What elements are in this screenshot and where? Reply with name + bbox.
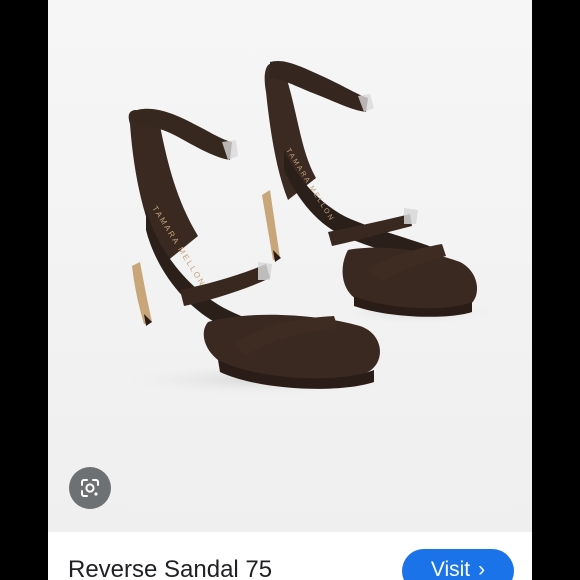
chevron-right-icon: › [478, 558, 486, 580]
product-image[interactable]: TAMARA MELLON TAMARA MELLON [48, 0, 532, 532]
google-lens-button[interactable] [69, 467, 111, 509]
result-card: TAMARA MELLON TAMARA MELLON Reverse Sand… [48, 0, 532, 580]
visit-label: Visit [430, 558, 471, 580]
sandal-photo: TAMARA MELLON TAMARA MELLON [48, 0, 532, 532]
result-footer: Reverse Sandal 75 Visit › [48, 532, 532, 580]
screen-frame: TAMARA MELLON TAMARA MELLON Reverse Sand… [0, 0, 580, 580]
visit-button[interactable]: Visit › [402, 549, 514, 580]
product-title[interactable]: Reverse Sandal 75 [68, 556, 272, 580]
google-lens-icon [81, 479, 99, 497]
